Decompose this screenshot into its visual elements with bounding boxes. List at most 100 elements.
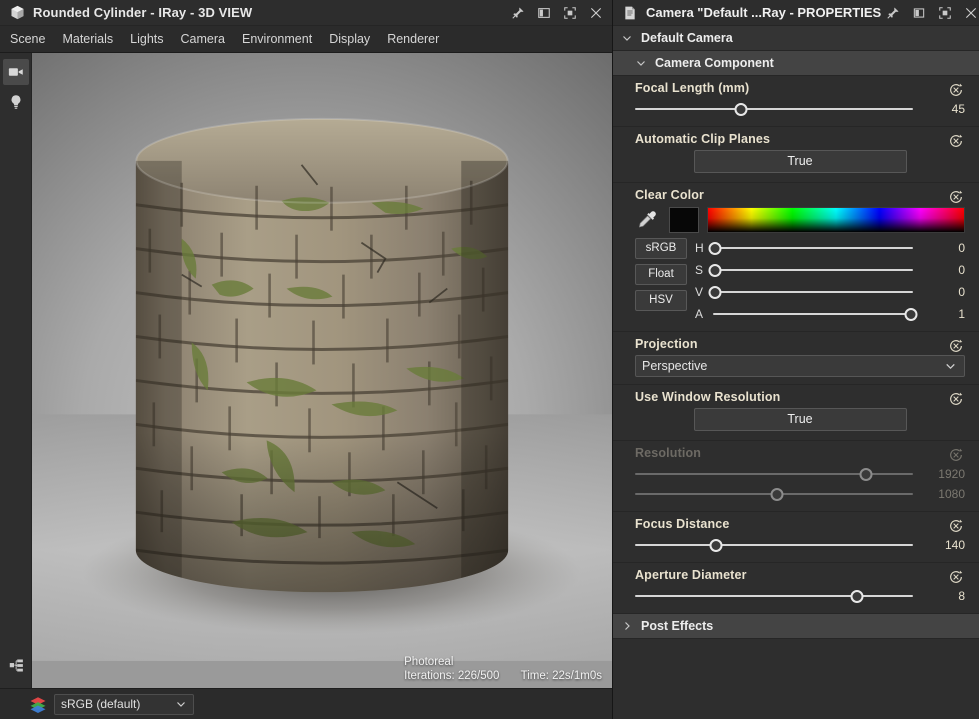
menu-item-camera[interactable]: Camera [181,29,236,49]
menu-item-environment[interactable]: Environment [242,29,323,49]
render-progress-label: Iterations: 226/500 Time: 22s/1m0s [404,670,602,682]
viewport-menubar: Scene Materials Lights Camera Environmen… [0,26,612,53]
property-use-window-resolution: Use Window Resolution True [613,385,979,441]
menu-item-lights[interactable]: Lights [130,29,174,49]
focus-distance-value: 140 [921,538,965,552]
chevron-right-icon [621,620,633,632]
chevron-down-icon [944,360,957,373]
reset-icon[interactable] [947,568,965,586]
menu-item-scene[interactable]: Scene [10,29,56,49]
viewport-window: Rounded Cylinder - IRay - 3D VIEW [0,0,613,719]
viewport-left-toolbar [0,53,32,688]
maximize-icon[interactable] [558,2,582,24]
reset-icon[interactable] [947,337,965,355]
property-resolution: Resolution 1920 [613,441,979,512]
group-header-camera-component[interactable]: Camera Component [613,51,979,76]
focal-length-slider[interactable] [635,100,913,118]
reset-icon[interactable] [947,81,965,99]
colorspace-value: sRGB (default) [61,697,140,711]
split-layout-icon[interactable] [532,2,556,24]
slider-thumb[interactable] [770,488,783,501]
properties-titlebar-buttons [881,2,979,24]
projection-select[interactable]: Perspective [635,355,965,377]
properties-scroll-area[interactable]: Default Camera Camera Component Focal Le… [613,26,979,719]
menu-item-materials[interactable]: Materials [62,29,124,49]
menu-item-display[interactable]: Display [329,29,381,49]
viewport-body: Photoreal Iterations: 226/500 Time: 22s/… [0,53,612,688]
alpha-slider[interactable] [713,305,913,323]
property-label: Aperture Diameter [635,568,965,582]
slider-thumb[interactable] [709,286,722,299]
saturation-value: 0 [921,263,965,277]
color-picker-top-row [635,206,965,234]
menu-item-renderer[interactable]: Renderer [387,29,450,49]
hierarchy-icon[interactable] [3,652,29,678]
maximize-icon[interactable] [933,2,957,24]
render-iterations: Iterations: 226/500 [404,670,499,682]
saturation-slider[interactable] [713,261,913,279]
render-viewport[interactable]: Photoreal Iterations: 226/500 Time: 22s/… [32,53,612,688]
resolution-width-value: 1920 [921,467,965,481]
color-mode-hsv-button[interactable]: HSV [635,290,687,311]
resolution-height-row: 1080 [635,484,965,504]
slider-thumb[interactable] [859,468,872,481]
camera-tool-icon[interactable] [3,59,29,85]
reset-icon[interactable] [947,390,965,408]
hue-gradient-field[interactable] [707,207,965,233]
reset-icon[interactable] [947,132,965,150]
slider-thumb[interactable] [709,242,722,255]
slider-thumb[interactable] [905,308,918,321]
pin-icon[interactable] [506,2,530,24]
group-header-post-effects[interactable]: Post Effects [613,614,979,639]
resolution-height-slider[interactable] [635,485,913,503]
properties-title: Camera "Default ...Ray - PROPERTIES [646,5,881,20]
color-picker-body: sRGB Float HSV H 0 [635,238,965,324]
slider-track [713,269,913,271]
close-icon[interactable] [584,2,608,24]
viewport-titlebar: Rounded Cylinder - IRay - 3D VIEW [0,0,612,26]
reset-icon[interactable] [947,517,965,535]
slider-thumb[interactable] [851,590,864,603]
focus-distance-slider[interactable] [635,536,913,554]
chevron-down-icon [621,32,633,44]
colorspace-select[interactable]: sRGB (default) [54,694,194,715]
layers-icon[interactable] [26,693,50,715]
dock-icon[interactable] [907,2,931,24]
cube-icon [8,4,26,22]
value-slider[interactable] [713,283,913,301]
aperture-diameter-slider[interactable] [635,587,913,605]
color-mode-float-button[interactable]: Float [635,264,687,285]
chevron-down-icon [635,57,647,69]
light-bulb-tool-icon[interactable] [3,89,29,115]
reset-icon[interactable] [947,188,965,206]
use-window-resolution-toggle[interactable]: True [694,408,907,431]
viewport-title: Rounded Cylinder - IRay - 3D VIEW [33,5,506,20]
color-swatch[interactable] [669,207,699,233]
aperture-diameter-value: 8 [921,589,965,603]
pin-icon[interactable] [881,2,905,24]
slider-row: 8 [635,586,965,606]
slider-row: 45 [635,99,965,119]
hue-slider[interactable] [713,239,913,257]
group-label: Post Effects [641,619,713,633]
property-automatic-clip-planes: Automatic Clip Planes True [613,127,979,183]
property-label: Focal Length (mm) [635,81,965,95]
property-label: Clear Color [635,188,965,202]
projection-value: Perspective [642,359,707,373]
resolution-width-slider[interactable] [635,465,913,483]
properties-window: Camera "Default ...Ray - PROPERTIES [613,0,979,719]
color-mode-srgb-button[interactable]: sRGB [635,238,687,259]
automatic-clip-planes-toggle[interactable]: True [694,150,907,173]
application-root: Rounded Cylinder - IRay - 3D VIEW [0,0,979,719]
slider-thumb[interactable] [709,264,722,277]
slider-row: 140 [635,535,965,555]
eyedropper-icon[interactable] [635,207,661,233]
slider-thumb[interactable] [709,539,722,552]
property-label: Projection [635,337,965,351]
close-icon[interactable] [959,2,979,24]
slider-thumb[interactable] [734,103,747,116]
channel-row-a: A 1 [695,304,965,324]
value-value: 0 [921,285,965,299]
group-header-default-camera[interactable]: Default Camera [613,26,979,51]
reset-icon[interactable] [947,446,965,464]
